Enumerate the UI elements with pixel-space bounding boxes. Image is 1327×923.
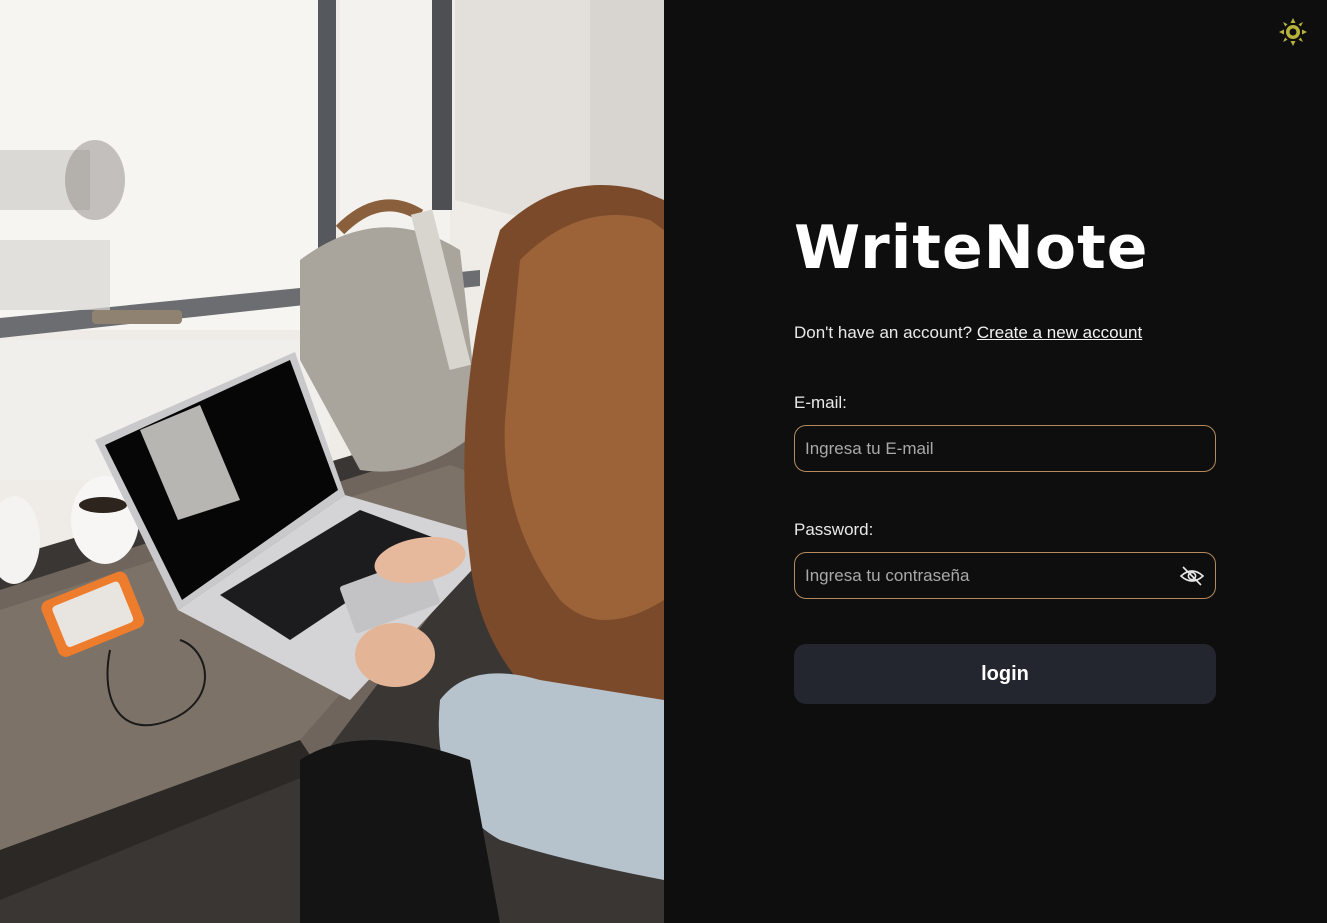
create-account-link[interactable]: Create a new account <box>977 323 1142 342</box>
hero-photo <box>0 0 664 923</box>
sun-icon <box>1279 18 1307 46</box>
login-form: WriteNote Don't have an account? Create … <box>794 212 1216 704</box>
email-label: E-mail: <box>794 393 847 412</box>
password-input[interactable] <box>795 553 1215 598</box>
signup-prompt-line: Don't have an account? Create a new acco… <box>794 322 1216 344</box>
password-field-wrapper <box>794 552 1216 599</box>
login-panel: WriteNote Don't have an account? Create … <box>664 0 1327 923</box>
woman-laptop-illustration <box>0 0 664 923</box>
email-input[interactable] <box>795 426 1215 471</box>
email-field-wrapper <box>794 425 1216 472</box>
password-visibility-toggle[interactable] <box>1179 563 1205 589</box>
eye-off-icon <box>1179 566 1205 586</box>
password-label: Password: <box>794 520 874 539</box>
theme-toggle-button[interactable] <box>1278 17 1308 47</box>
login-page: WriteNote Don't have an account? Create … <box>0 0 1327 923</box>
app-title: WriteNote <box>794 213 1149 283</box>
signup-prompt-text: Don't have an account? <box>794 323 973 342</box>
login-button[interactable]: login <box>794 644 1216 704</box>
